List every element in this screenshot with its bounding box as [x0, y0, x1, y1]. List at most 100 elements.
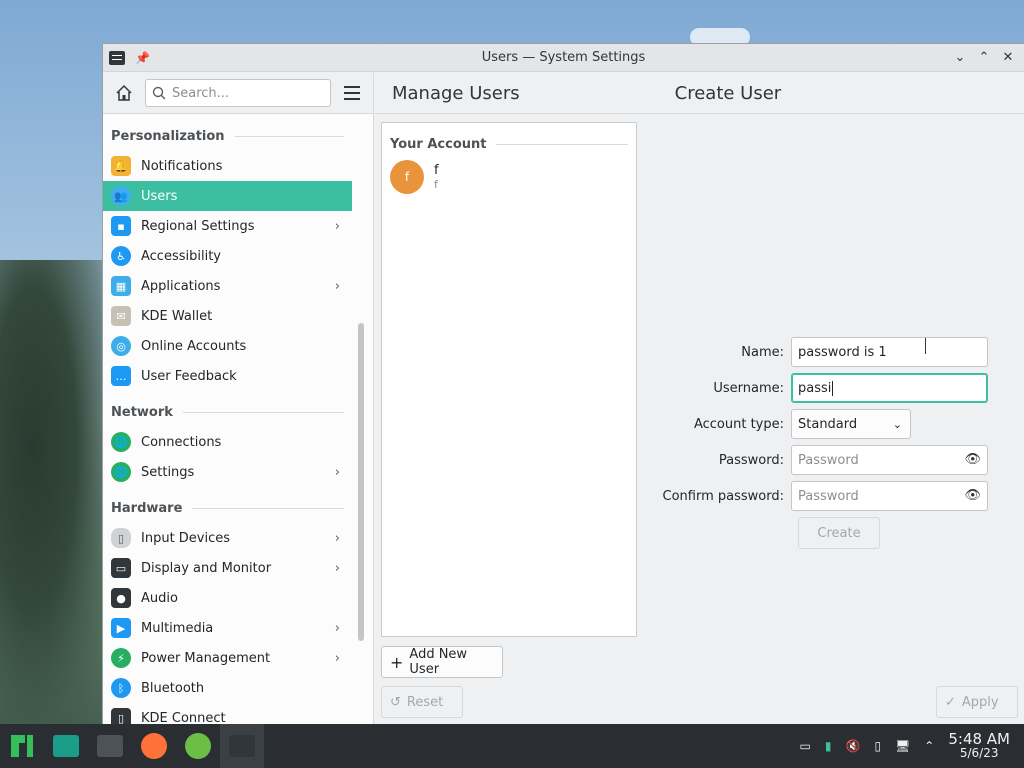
category-hardware: Hardware: [103, 493, 352, 523]
sidebar-item-display-monitor[interactable]: ▭ Display and Monitor ›: [103, 553, 352, 583]
search-input[interactable]: Search...: [145, 79, 331, 107]
maximize-button[interactable]: ⌃: [976, 50, 992, 65]
system-settings-window: 📌 Users — System Settings ⌄ ⌃ ✕ Search..…: [102, 43, 1024, 725]
sidebar-item-multimedia[interactable]: ▶ Multimedia ›: [103, 613, 352, 643]
mouse-text-cursor: [925, 338, 926, 354]
account-username: f: [434, 178, 438, 191]
chevron-right-icon: ›: [334, 279, 340, 294]
account-type-select[interactable]: Standard ⌄: [791, 409, 911, 439]
globe-icon: 🌐: [111, 462, 131, 482]
username-field[interactable]: passi: [791, 373, 988, 403]
check-icon: ✓: [945, 694, 956, 710]
usb-icon[interactable]: ▯: [874, 739, 881, 753]
online-accounts-icon: ◎: [111, 336, 131, 356]
password-label: Password:: [718, 452, 784, 468]
taskbar-terminal[interactable]: [88, 724, 132, 768]
taskbar: ▭ ▮ 🔇 ▯ 🖥 ⌃ 5:48 AM 5/6/23: [0, 724, 1024, 768]
terminal-icon: [97, 735, 123, 757]
sidebar-scrollbar[interactable]: [358, 323, 364, 641]
accessibility-icon: ♿: [111, 246, 131, 266]
expand-tray-icon[interactable]: ⌃: [924, 739, 934, 753]
taskbar-file-manager[interactable]: [44, 724, 88, 768]
sidebar-item-connections[interactable]: 🌐 Connections: [103, 427, 352, 457]
chevron-down-icon: ⌄: [892, 417, 902, 431]
window-title: Users — System Settings: [481, 50, 646, 65]
account-type-label: Account type:: [693, 416, 784, 432]
applications-icon: ▦: [111, 276, 131, 296]
accounts-list: Your Account f f f: [381, 122, 637, 637]
volume-muted-icon[interactable]: 🔇: [845, 739, 860, 753]
sidebar-item-bluetooth[interactable]: ᛒ Bluetooth: [103, 673, 352, 703]
globe-icon: 🌐: [111, 432, 131, 452]
name-field[interactable]: password is 1: [791, 337, 988, 367]
network-icon[interactable]: 🖥: [895, 739, 910, 753]
sidebar-item-user-feedback[interactable]: … User Feedback: [103, 361, 352, 391]
wallpaper-tree: [0, 260, 110, 730]
home-button[interactable]: [111, 80, 137, 106]
mouse-icon: ▯: [111, 528, 131, 548]
show-password-icon[interactable]: 👁: [964, 452, 981, 467]
multimedia-icon: ▶: [111, 618, 131, 638]
taskbar-firefox[interactable]: [132, 724, 176, 768]
name-label: Name:: [741, 344, 784, 360]
app-launcher-button[interactable]: [0, 724, 44, 768]
main-header: Manage Users Create User: [375, 73, 1024, 114]
sidebar-item-network-settings[interactable]: 🌐 Settings ›: [103, 457, 352, 487]
search-placeholder: Search...: [172, 85, 230, 101]
folder-icon: [53, 735, 79, 757]
add-new-user-button[interactable]: + Add New User: [381, 646, 503, 678]
sidebar-item-online-accounts[interactable]: ◎ Online Accounts: [103, 331, 352, 361]
reset-button[interactable]: ↺ Reset: [381, 686, 463, 718]
show-confirm-password-icon[interactable]: 👁: [964, 488, 981, 503]
firefox-icon: [141, 733, 167, 759]
taskbar-system-settings[interactable]: [220, 724, 264, 768]
system-tray: ▭ ▮ 🔇 ▯ 🖥 ⌃ 5:48 AM 5/6/23: [800, 732, 1024, 761]
speaker-icon: ●: [111, 588, 131, 608]
download-icon: [185, 733, 211, 759]
chevron-right-icon: ›: [334, 531, 340, 546]
home-icon: [116, 84, 132, 101]
sidebar-item-power-management[interactable]: ⚡ Power Management ›: [103, 643, 352, 673]
minimize-button[interactable]: ⌄: [952, 50, 968, 65]
category-network: Network: [103, 397, 352, 427]
sidebar-item-kde-connect[interactable]: ▯ KDE Connect: [103, 703, 352, 724]
password-field[interactable]: Password 👁: [791, 445, 988, 475]
hamburger-menu-button[interactable]: [339, 86, 365, 100]
apply-button[interactable]: ✓ Apply: [936, 686, 1018, 718]
bell-icon: 🔔: [111, 156, 131, 176]
clock[interactable]: 5:48 AM 5/6/23: [948, 732, 1010, 761]
chevron-right-icon: ›: [334, 561, 340, 576]
reset-icon: ↺: [390, 694, 401, 710]
confirm-password-label: Confirm password:: [662, 488, 784, 504]
sidebar-item-kde-wallet[interactable]: ✉ KDE Wallet: [103, 301, 352, 331]
sidebar-item-applications[interactable]: ▦ Applications ›: [103, 271, 352, 301]
sidebar-item-audio[interactable]: ● Audio: [103, 583, 352, 613]
create-user-title: Create User: [674, 82, 782, 104]
main-content: Manage Users Create User Your Account f …: [375, 73, 1024, 724]
your-account-header: Your Account: [382, 123, 636, 152]
app-icon[interactable]: [109, 50, 125, 65]
search-icon: [152, 86, 166, 100]
monitor-icon: ▭: [111, 558, 131, 578]
create-button[interactable]: Create: [798, 517, 880, 549]
avatar: f: [390, 160, 424, 194]
chevron-right-icon: ›: [334, 621, 340, 636]
show-desktop-icon[interactable]: ▭: [800, 739, 811, 753]
users-icon: 👥: [111, 186, 131, 206]
confirm-password-field[interactable]: Password 👁: [791, 481, 988, 511]
taskbar-installer[interactable]: [176, 724, 220, 768]
sidebar-item-regional-settings[interactable]: ▪ Regional Settings ›: [103, 211, 352, 241]
bluetooth-icon: ᛒ: [111, 678, 131, 698]
account-name: f: [434, 163, 439, 178]
pin-icon[interactable]: 📌: [135, 51, 150, 65]
clipboard-icon[interactable]: ▮: [825, 739, 832, 753]
sidebar-item-notifications[interactable]: 🔔 Notifications: [103, 151, 352, 181]
account-item[interactable]: f f f: [382, 152, 636, 202]
close-button[interactable]: ✕: [1000, 50, 1016, 65]
sidebar-item-users[interactable]: 👥 Users: [103, 181, 352, 211]
username-label: Username:: [713, 380, 784, 396]
sidebar-item-accessibility[interactable]: ♿ Accessibility: [103, 241, 352, 271]
phone-icon: ▯: [111, 708, 131, 724]
power-icon: ⚡: [111, 648, 131, 668]
sidebar-item-input-devices[interactable]: ▯ Input Devices ›: [103, 523, 352, 553]
